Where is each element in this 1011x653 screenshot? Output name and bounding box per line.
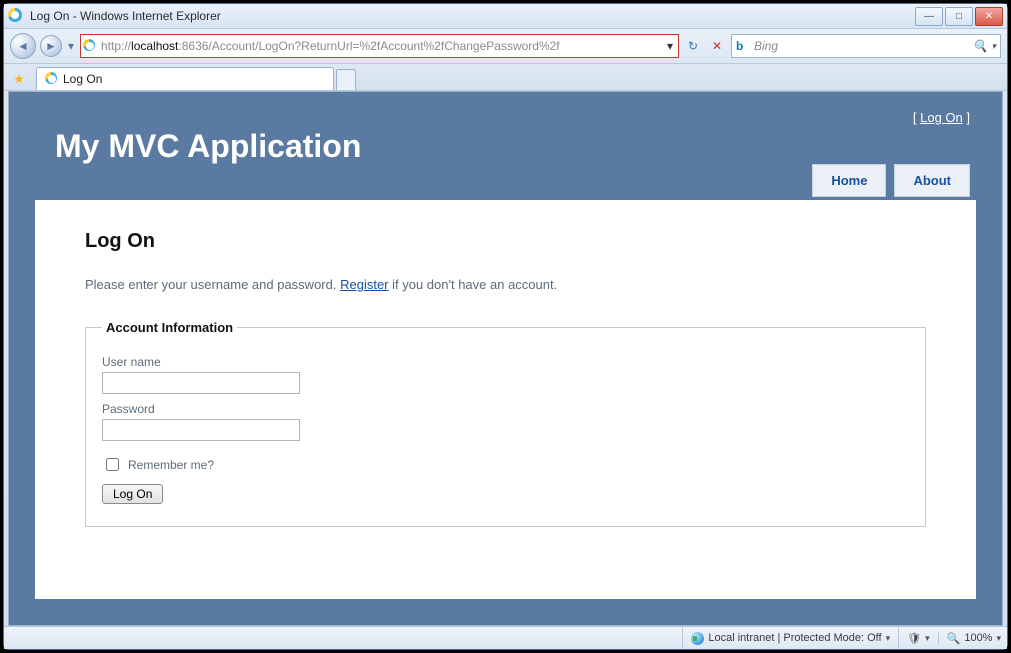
address-dropdown[interactable]: ▾ [664,39,676,53]
remember-checkbox[interactable] [106,458,119,471]
new-tab-button[interactable] [336,69,356,90]
zoom-dropdown-icon: ▾ [996,633,1001,644]
search-icon[interactable]: 🔍 [973,39,988,53]
ie-icon [8,8,24,24]
password-label: Password [102,402,909,416]
logon-link[interactable]: Log On [920,110,963,125]
tab-page-icon [45,72,57,87]
submit-row: Log On [102,484,909,504]
search-dropdown[interactable]: ▾ [991,41,996,52]
address-bar[interactable]: http://localhost:8636/Account/LogOn?Retu… [80,34,679,58]
page-background: [ Log On ] My MVC Application Home About… [9,92,1002,625]
safety-dropdown-icon: ▾ [925,633,930,644]
stop-button[interactable]: ✕ [707,36,727,56]
titlebar: Log On - Windows Internet Explorer — □ ✕ [4,4,1007,29]
window-controls: — □ ✕ [915,7,1003,26]
main-nav: Home About [812,164,970,197]
shield-icon: 🛡 [907,632,921,645]
url-rest: :8636/Account/LogOn?ReturnUrl=%2fAccount… [178,39,559,53]
app-title: My MVC Application [55,128,361,165]
nav-about[interactable]: About [894,164,970,197]
safety-menu[interactable]: 🛡 ▾ [898,627,930,649]
browser-window: Log On - Windows Internet Explorer — □ ✕… [3,3,1008,650]
tab-strip: ★ Log On [4,64,1007,91]
content-viewport: [ Log On ] My MVC Application Home About… [8,91,1003,626]
tab-active[interactable]: Log On [36,67,334,90]
zone-text: Local intranet | Protected Mode: Off [708,632,881,644]
intro-a: Please enter your username and password. [85,277,340,292]
nav-home[interactable]: Home [812,164,886,197]
zone-dropdown-icon: ▾ [886,633,891,644]
zoom-icon: 🔍 [947,632,961,645]
security-zone[interactable]: Local intranet | Protected Mode: Off ▾ [682,627,890,649]
nav-history-dropdown[interactable]: ▾ [66,39,76,53]
password-field: Password [102,402,909,441]
url-text: http://localhost:8636/Account/LogOn?Retu… [101,39,664,53]
content-panel: Log On Please enter your username and pa… [35,200,976,599]
tab-label: Log On [63,72,102,86]
fieldset-legend: Account Information [102,320,237,335]
search-box[interactable]: b Bing 🔍 ▾ [731,34,1001,58]
intro-b: if you don't have an account. [389,277,558,292]
search-placeholder: Bing [754,39,778,53]
logon-button[interactable]: Log On [102,484,163,504]
username-input[interactable] [102,372,300,394]
window-title: Log On - Windows Internet Explorer [30,9,221,23]
nav-toolbar: ◄ ► ▾ http://localhost:8636/Account/LogO… [4,29,1007,64]
zoom-control[interactable]: 🔍 100% ▾ [938,632,1001,645]
maximize-button[interactable]: □ [945,7,973,26]
zoom-text: 100% [964,632,992,644]
password-input[interactable] [102,419,300,441]
back-button[interactable]: ◄ [10,33,36,59]
url-host: localhost [131,39,178,53]
account-fieldset: Account Information User name Password R… [85,320,926,527]
login-links: [ Log On ] [913,110,970,125]
username-field: User name [102,355,909,394]
register-link[interactable]: Register [340,277,388,292]
globe-icon [691,632,704,645]
remember-label: Remember me? [128,458,214,472]
intro-text: Please enter your username and password.… [85,277,926,292]
status-bar: Local intranet | Protected Mode: Off ▾ 🛡… [4,626,1007,649]
forward-button[interactable]: ► [40,35,62,57]
username-label: User name [102,355,909,369]
page-icon [83,39,97,53]
favorites-button[interactable]: ★ [8,68,30,90]
refresh-button[interactable]: ↻ [683,36,703,56]
minimize-button[interactable]: — [915,7,943,26]
bing-icon: b [736,39,750,53]
close-button[interactable]: ✕ [975,7,1003,26]
url-prefix: http:// [101,39,131,53]
page-heading: Log On [85,230,926,253]
remember-row: Remember me? [102,455,909,474]
